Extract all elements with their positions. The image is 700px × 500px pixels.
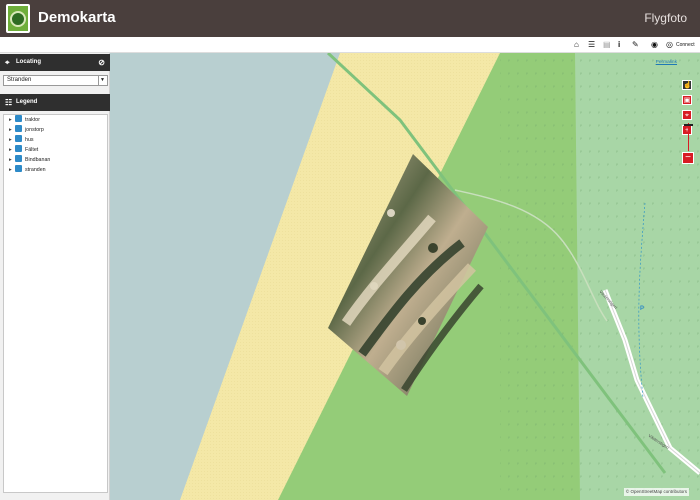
- legend-item[interactable]: ▸ stranden: [4, 165, 107, 175]
- attribution-text: © OpenStreetMap contributors: [625, 489, 687, 494]
- layer-icon: [15, 165, 22, 172]
- map-mode-title[interactable]: Flygfoto: [644, 11, 687, 25]
- map-svg[interactable]: ᵥ: [110, 53, 700, 500]
- chevron-down-icon: ▼: [98, 76, 106, 85]
- permalink-link[interactable]: Permalink: [656, 60, 677, 65]
- legend-item-label: traktor: [25, 117, 41, 123]
- layer-icon: [15, 115, 22, 122]
- legend-item-label: jonstorp: [25, 127, 44, 133]
- legend-item-label: Bindbanan: [25, 157, 51, 163]
- home-icon[interactable]: ⌂: [574, 39, 579, 51]
- connect-button[interactable]: Connect: [676, 39, 695, 51]
- legend-item[interactable]: ▸ Fältet: [4, 145, 107, 155]
- triangle-right-icon[interactable]: ▸: [9, 125, 14, 135]
- legend-item[interactable]: ▸ jonstorp: [4, 125, 107, 135]
- layer-icon: [15, 125, 22, 132]
- zoom-slider-track[interactable]: [688, 123, 689, 151]
- location-icon: ⌖: [5, 58, 10, 67]
- layers-icon[interactable]: ▤: [603, 39, 611, 51]
- map-canvas[interactable]: ᵥ: [110, 53, 700, 500]
- zoom-slider-handle[interactable]: [684, 124, 693, 126]
- legend-icon: ☷: [5, 98, 13, 107]
- zoom-box-icon[interactable]: ▣: [682, 95, 692, 105]
- legend-item-label: Fältet: [25, 147, 39, 153]
- clear-location-icon[interactable]: ⊘: [98, 54, 105, 71]
- list-icon[interactable]: ☰: [588, 39, 595, 51]
- account-icon[interactable]: ◎: [666, 39, 673, 51]
- locating-header[interactable]: ⌖ Locating ⊘: [0, 54, 110, 71]
- pan-hand-icon[interactable]: ☝: [682, 80, 692, 90]
- locating-select[interactable]: Stranden ▼: [3, 75, 108, 86]
- legend-item-label: hus: [25, 137, 34, 143]
- legend-item-label: stranden: [25, 167, 46, 173]
- triangle-right-icon[interactable]: ▸: [9, 115, 14, 125]
- app-title: Demokarta: [38, 9, 116, 26]
- locating-title: Locating: [16, 59, 41, 65]
- triangle-right-icon[interactable]: ▸: [9, 145, 14, 155]
- layer-icon: [15, 155, 22, 162]
- zoom-in-button[interactable]: +: [682, 125, 692, 135]
- triangle-right-icon[interactable]: ▸: [9, 135, 14, 145]
- forest-pattern: [500, 53, 700, 500]
- sidebar: ⌖ Locating ⊘ Stranden ▼ ☷ Legend ▸ trakto…: [0, 53, 110, 500]
- legend-list: ▸ traktor ▸ jonstorp ▸ hus ▸ Fältet ▸ Bindban…: [3, 114, 108, 493]
- app-logo: [6, 4, 30, 33]
- parking-symbol[interactable]: P: [640, 306, 644, 312]
- record-icon[interactable]: ◉: [651, 39, 658, 51]
- zoom-out-button[interactable]: −: [682, 152, 694, 164]
- triangle-right-icon[interactable]: ▸: [9, 165, 14, 175]
- legend-title: Legend: [16, 99, 38, 105]
- layer-icon: [15, 145, 22, 152]
- triangle-right-icon[interactable]: ▸: [9, 155, 14, 165]
- app-header: Demokarta Flygfoto: [0, 0, 700, 37]
- top-toolbar: ⌂ ☰ ▤ i ✎ ◉ ◎ Connect: [0, 37, 700, 53]
- locating-selected: Stranden: [7, 77, 32, 83]
- info-icon[interactable]: i: [618, 39, 620, 51]
- layer-icon: [15, 135, 22, 142]
- legend-item[interactable]: ▸ traktor: [4, 115, 107, 125]
- logo-emblem: [10, 10, 26, 27]
- legend-header[interactable]: ☷ Legend: [0, 94, 110, 111]
- legend-item[interactable]: ▸ Bindbanan: [4, 155, 107, 165]
- measure-icon[interactable]: ✎: [632, 39, 639, 51]
- map-attribution: © OpenStreetMap contributors: [623, 488, 689, 496]
- legend-item[interactable]: ▸ hus: [4, 135, 107, 145]
- center-location-icon[interactable]: ⌖: [682, 110, 692, 120]
